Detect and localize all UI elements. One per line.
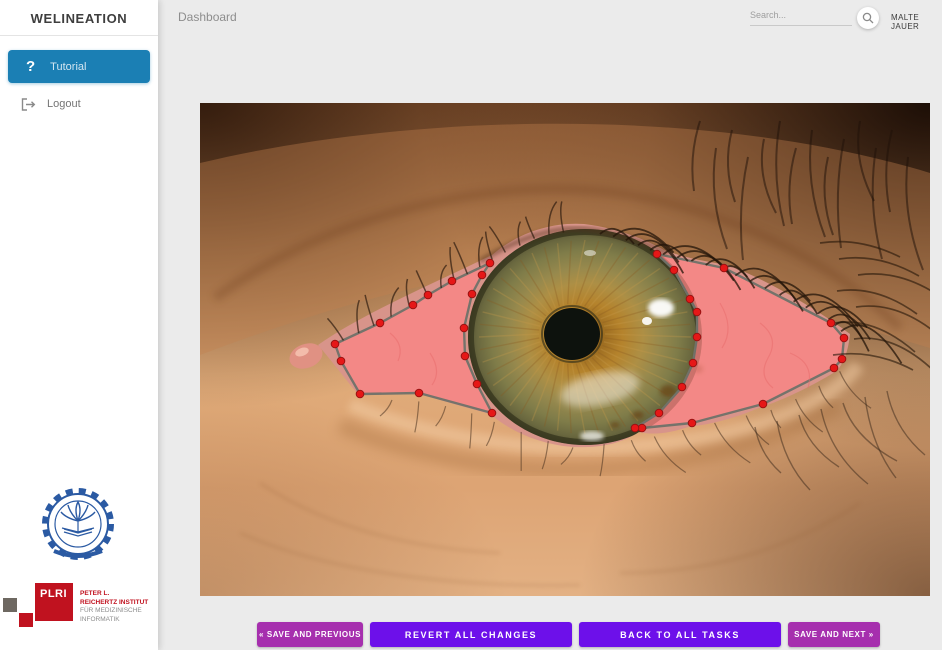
annotation-canvas[interactable]: [200, 103, 930, 596]
sidebar-divider: [0, 35, 158, 36]
sidebar-item-label: Logout: [47, 98, 81, 110]
annotation-point[interactable]: [693, 308, 701, 316]
annotation-point[interactable]: [686, 295, 694, 303]
annotation-point[interactable]: [415, 389, 423, 397]
plri-logo-abbr: PLRI: [35, 583, 73, 621]
sidebar: WELINEATION ? Tutorial Logout PLRI PETER…: [0, 0, 158, 650]
annotation-point[interactable]: [631, 424, 639, 432]
logout-icon: [21, 98, 36, 111]
user-name: MALTE JAUER: [891, 13, 942, 31]
plri-logo-square-gray: [3, 598, 17, 612]
annotation-point[interactable]: [473, 380, 481, 388]
light-reflection: [648, 299, 674, 317]
annotation-point[interactable]: [759, 400, 767, 408]
annotation-point[interactable]: [461, 352, 469, 360]
annotation-point[interactable]: [409, 301, 417, 309]
main-area: Dashboard MALTE JAUER: [158, 0, 942, 650]
search-icon: [862, 12, 874, 24]
pupil: [544, 308, 600, 360]
annotation-point[interactable]: [488, 409, 496, 417]
search-button[interactable]: [857, 7, 879, 29]
annotation-point[interactable]: [448, 277, 456, 285]
annotation-point[interactable]: [838, 355, 846, 363]
eye-annotation-image[interactable]: [200, 103, 930, 596]
search-input[interactable]: [750, 4, 852, 26]
plri-line1: PETER L.: [80, 590, 148, 599]
sidebar-item-label: Tutorial: [50, 61, 86, 73]
annotation-point[interactable]: [460, 324, 468, 332]
plri-line4: INFORMATIK: [80, 616, 148, 625]
annotation-point[interactable]: [468, 290, 476, 298]
annotation-point[interactable]: [688, 419, 696, 427]
save-and-next-button[interactable]: SAVE AND NEXT »: [788, 622, 880, 647]
annotation-point[interactable]: [478, 271, 486, 279]
annotation-point[interactable]: [670, 266, 678, 274]
annotation-point[interactable]: [337, 357, 345, 365]
question-mark-icon: ?: [26, 58, 35, 75]
page-title: Dashboard: [178, 10, 237, 24]
iitb-emblem-logo: [38, 487, 118, 567]
annotation-point[interactable]: [486, 259, 494, 267]
annotation-point[interactable]: [638, 424, 646, 432]
plri-logo-text: PETER L. REICHERTZ INSTITUT FÜR MEDIZINI…: [80, 590, 148, 624]
sidebar-item-logout[interactable]: Logout: [0, 92, 158, 116]
sidebar-item-tutorial[interactable]: ? Tutorial: [8, 50, 150, 83]
revert-all-changes-button[interactable]: REVERT ALL CHANGES: [370, 622, 572, 647]
plri-line3: FÜR MEDIZINISCHE: [80, 607, 148, 616]
annotation-point[interactable]: [655, 409, 663, 417]
back-to-all-tasks-button[interactable]: BACK TO ALL TASKS: [579, 622, 781, 647]
annotation-point[interactable]: [840, 334, 848, 342]
plri-logo-square-red: [19, 613, 33, 627]
annotation-point[interactable]: [356, 390, 364, 398]
annotation-point[interactable]: [830, 364, 838, 372]
annotation-point[interactable]: [827, 319, 835, 327]
app-title: WELINEATION: [0, 0, 158, 35]
annotation-point[interactable]: [693, 333, 701, 341]
annotation-point[interactable]: [720, 264, 728, 272]
annotation-point[interactable]: [424, 291, 432, 299]
annotation-point[interactable]: [653, 250, 661, 258]
plri-line2: REICHERTZ INSTITUT: [80, 599, 148, 608]
annotation-point[interactable]: [678, 383, 686, 391]
annotation-point[interactable]: [376, 319, 384, 327]
toolbar: « SAVE AND PREVIOUS REVERT ALL CHANGES B…: [257, 622, 880, 647]
annotation-point[interactable]: [689, 359, 697, 367]
save-and-previous-button[interactable]: « SAVE AND PREVIOUS: [257, 622, 363, 647]
annotation-point[interactable]: [331, 340, 339, 348]
